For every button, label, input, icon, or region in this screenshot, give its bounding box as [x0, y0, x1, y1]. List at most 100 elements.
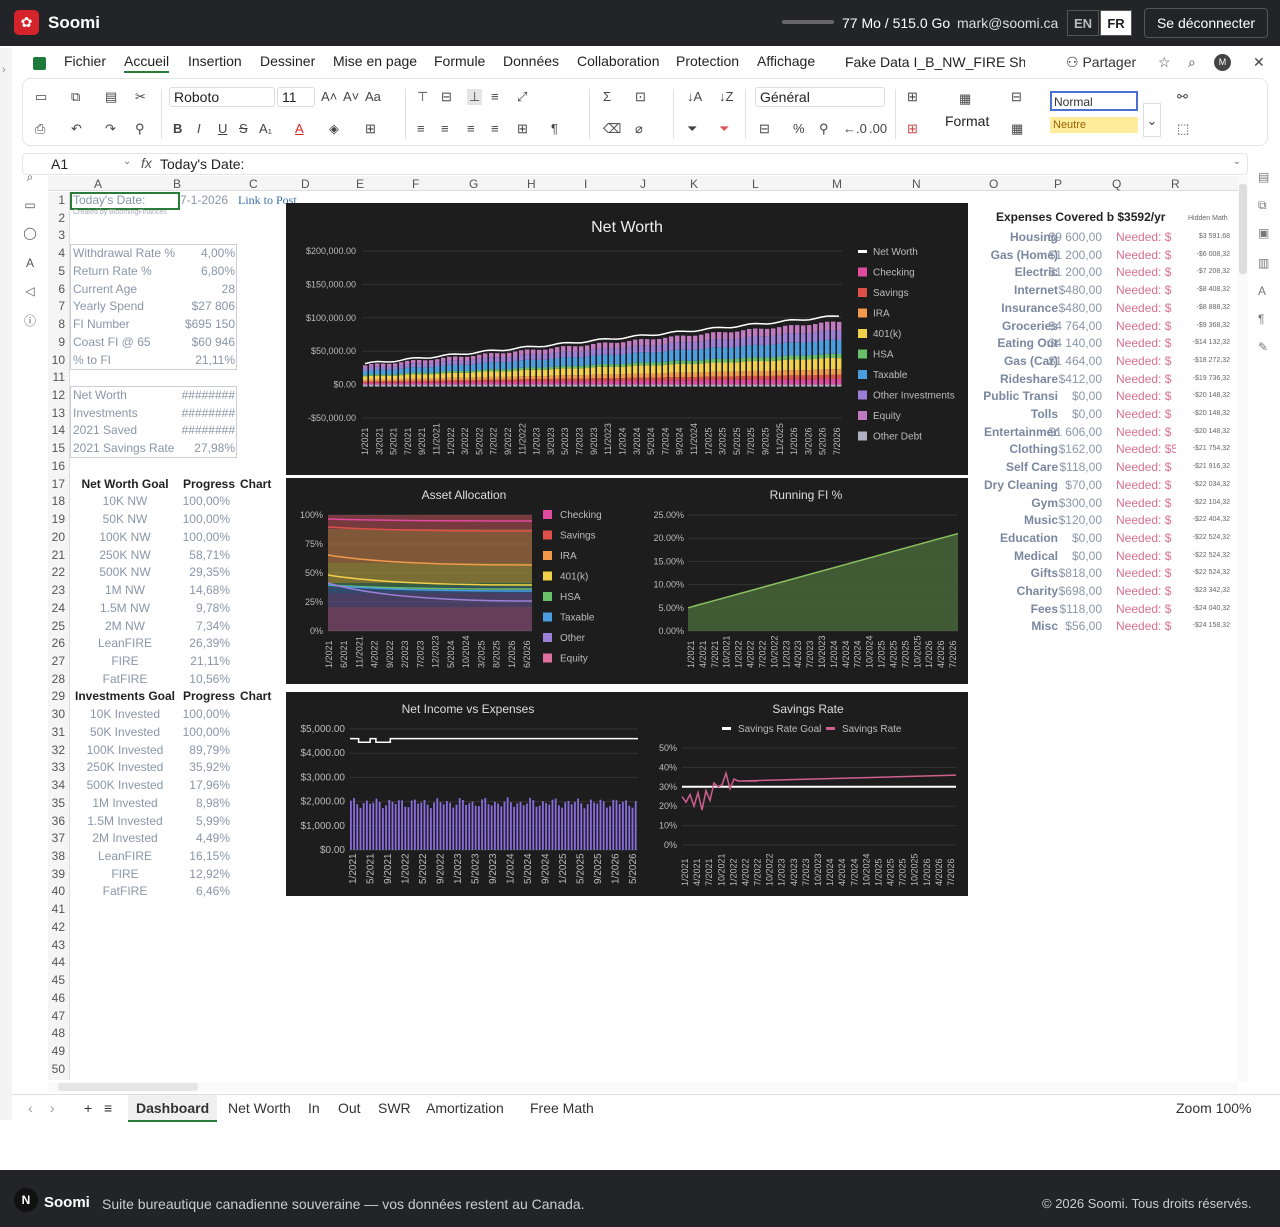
nw-goal-name[interactable]: 500K NW [70, 564, 180, 581]
row-header[interactable]: 37 [52, 831, 65, 845]
inv-goal-progress[interactable]: 16,15% [170, 848, 230, 865]
row-header[interactable]: 50 [52, 1062, 65, 1076]
chart-header[interactable]: Chart [240, 476, 271, 493]
column-header[interactable]: D [301, 177, 310, 191]
expense-value[interactable]: $0,00 [1046, 547, 1102, 565]
column-header[interactable]: Q [1112, 177, 1121, 191]
expense-needed[interactable]: Needed: $ [1116, 334, 1176, 352]
column-header[interactable]: P [1054, 177, 1062, 191]
avatar[interactable]: M [1214, 54, 1231, 71]
row-header[interactable]: 12 [52, 388, 65, 402]
text-orientation-icon[interactable]: ⤢ [517, 89, 527, 105]
format-painter-icon[interactable]: ⚲ [135, 121, 145, 137]
row-header[interactable]: 19 [52, 512, 65, 526]
row-header[interactable]: 11 [53, 370, 65, 384]
format-button[interactable]: Format [945, 113, 989, 129]
inv-goal-name[interactable]: LeanFIRE [70, 848, 180, 865]
row-header[interactable]: 44 [52, 955, 65, 969]
row-header[interactable]: 13 [52, 406, 65, 420]
nw-goal-name[interactable]: 10K NW [70, 493, 180, 510]
row-header[interactable]: 18 [52, 494, 65, 508]
row-header[interactable]: 38 [52, 849, 65, 863]
chart-header[interactable]: Chart [240, 688, 271, 705]
expense-needed[interactable]: Needed: $ [1116, 458, 1176, 476]
paste-icon[interactable]: ▤ [105, 89, 117, 105]
shape-icon[interactable]: ⧉ [1258, 198, 1267, 213]
cut-icon[interactable]: ✂ [135, 89, 146, 105]
expense-needed[interactable]: Needed: $ [1116, 547, 1176, 565]
signature-icon[interactable]: ✎ [1258, 340, 1268, 354]
column-header[interactable]: M [832, 177, 842, 191]
announce-icon[interactable]: ◁ [18, 284, 42, 298]
inv-goal-progress[interactable]: 8,98% [170, 795, 230, 812]
eraser-icon[interactable]: ⌀ [635, 121, 643, 137]
nw-goal-name[interactable]: 2M NW [70, 618, 180, 635]
font-grow-icon[interactable]: A˄ [321, 89, 337, 104]
conditional-format-icon[interactable]: ⊞ [907, 89, 918, 105]
align-bottom-icon[interactable]: ⊥ [467, 89, 483, 105]
chat-icon[interactable]: ◯ [18, 226, 42, 240]
expense-needed[interactable]: Needed: $ [1116, 476, 1176, 494]
row-header[interactable]: 24 [52, 601, 65, 615]
row-header[interactable]: 31 [52, 725, 65, 739]
row-header[interactable]: 27 [52, 654, 65, 668]
expense-needed[interactable]: Needed: $ [1116, 405, 1176, 423]
nw-goal-progress[interactable]: 29,35% [170, 564, 230, 581]
row-header[interactable]: 34 [52, 778, 65, 792]
row-header[interactable]: 39 [52, 867, 65, 881]
column-header[interactable]: I [584, 177, 587, 191]
align-middle-icon[interactable]: ⊟ [441, 89, 452, 105]
row-header[interactable]: 35 [52, 796, 65, 810]
filter-icon[interactable]: ⏷ [687, 121, 697, 137]
row-header[interactable]: 48 [52, 1026, 65, 1040]
sheet-tab-out[interactable]: Out [338, 1100, 361, 1116]
row-header[interactable]: 46 [52, 991, 65, 1005]
nw-goal-name[interactable]: FIRE [70, 653, 180, 670]
expense-needed[interactable]: Needed: $ [1116, 263, 1176, 281]
expense-value[interactable]: $818,00 [1046, 564, 1102, 582]
column-header[interactable]: H [527, 177, 536, 191]
row-header[interactable]: 17 [52, 477, 65, 491]
expense-value[interactable]: $70,00 [1046, 476, 1102, 494]
logout-button[interactable]: Se déconnecter [1144, 8, 1268, 38]
lang-en-button[interactable]: EN [1067, 10, 1099, 36]
inv-goal-progress[interactable]: 17,96% [170, 777, 230, 794]
style-normal[interactable]: Normal [1050, 91, 1138, 111]
param-label[interactable]: Yearly Spend [73, 298, 144, 315]
font-size-select[interactable]: 11 [277, 87, 315, 107]
row-header[interactable]: 36 [52, 814, 65, 828]
expense-value[interactable]: $698,00 [1046, 582, 1102, 600]
param-value[interactable]: $27 806 [170, 298, 235, 315]
inv-goal-progress[interactable]: 4,49% [170, 830, 230, 847]
row-header[interactable]: 28 [52, 672, 65, 686]
align-center-icon[interactable]: ≡ [441, 121, 449, 136]
column-header[interactable]: G [469, 177, 478, 191]
menu-mise-en-page[interactable]: Mise en page [333, 53, 417, 69]
expense-value[interactable]: $118,00 [1046, 600, 1103, 618]
increase-decimal-icon[interactable]: .00 [869, 121, 887, 136]
comment-icon[interactable]: ▭ [18, 198, 42, 212]
networth-label[interactable]: Net Worth [73, 387, 127, 404]
format-table-icon[interactable]: ▦ [959, 91, 971, 107]
save-icon[interactable]: ▭ [35, 89, 47, 105]
sort-desc-icon[interactable]: ↓Z [719, 89, 733, 104]
select-icon[interactable]: ⬚ [1177, 121, 1189, 137]
expense-value[interactable]: $0,00 [1046, 529, 1102, 547]
align-left-icon[interactable]: ≡ [417, 121, 425, 136]
column-header[interactable]: E [356, 177, 364, 191]
document-name[interactable]: Fake Data I_B_NW_FIRE She [845, 54, 1025, 70]
strikethrough-icon[interactable]: S [239, 121, 248, 136]
table-icon[interactable]: ▦ [1011, 121, 1023, 137]
networth-label[interactable]: 2021 Savings Rate [73, 440, 174, 457]
nw-goal-progress[interactable]: 10,56% [170, 671, 230, 688]
sum-icon[interactable]: Σ [603, 89, 611, 104]
inv-goal-name[interactable]: 1M Invested [70, 795, 180, 812]
column-header[interactable]: A [94, 177, 102, 191]
vertical-scrollbar[interactable] [1238, 176, 1248, 1082]
nw-goal-name[interactable]: 1.5M NW [70, 600, 180, 617]
expense-needed[interactable]: Needed: $ [1116, 352, 1176, 370]
print-icon[interactable]: ⎙ [35, 121, 45, 137]
expense-value[interactable]: $1 200,00 [1046, 246, 1102, 264]
row-header[interactable]: 16 [52, 459, 65, 473]
menu-formule[interactable]: Formule [434, 53, 485, 69]
